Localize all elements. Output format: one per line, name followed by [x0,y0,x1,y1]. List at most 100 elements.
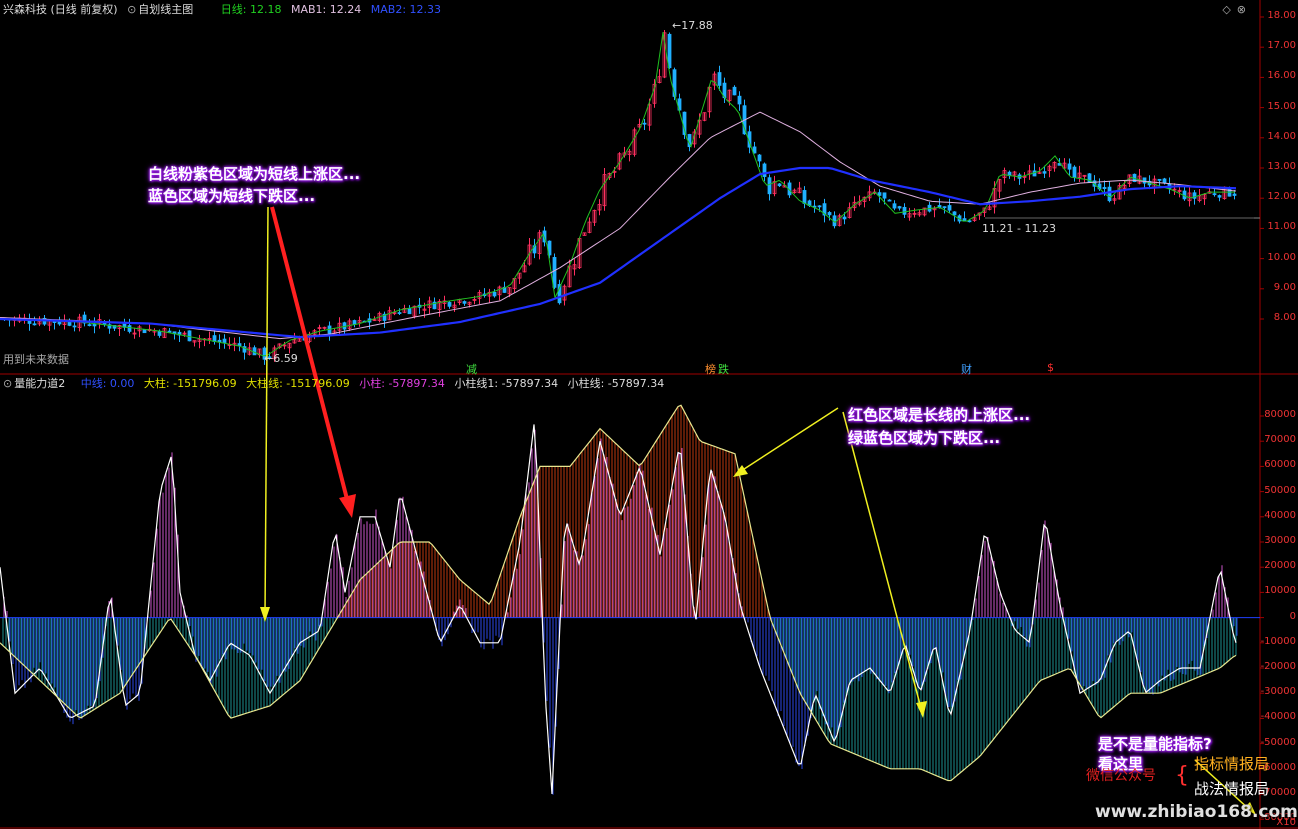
candle-body [407,308,412,315]
value-big-line: 大柱线: -151796.09 [246,377,350,390]
value-big-bar: 大柱: -151796.09 [143,377,237,390]
candle-body [447,302,452,307]
candle-body [67,321,72,326]
candle-body [1232,193,1237,196]
price-tick: 17.00 [1267,40,1296,52]
wechat-label: 微信公众号 [1086,768,1156,784]
price-tick: 8.00 [1273,312,1296,323]
candle-body [352,320,357,325]
close-icon[interactable]: ⊗ [1237,3,1246,16]
value-mid: 中线: 0.00 [80,377,135,390]
event-marker-finance[interactable]: 财 [961,361,972,377]
candle-body [492,291,497,297]
candle-body [1157,178,1162,181]
volume-tick: 40000 [1264,509,1296,521]
volume-tick: -10000 [1260,635,1296,647]
indicator-selector[interactable]: ⊙ 量能力道2 [3,377,71,390]
future-data-note: 用到未来数据 [3,353,69,366]
candle-body [72,325,77,328]
candle-body [157,330,162,336]
candle-body [752,146,757,154]
formula-name: 自划线主图 [138,3,194,16]
event-marker-dollar[interactable]: $ [1047,361,1054,374]
value-small-bar: 小柱: -57897.34 [359,377,445,390]
candle-body [187,330,192,342]
candle-body [947,205,952,211]
price-tick: 10.00 [1267,251,1296,263]
candle-body [142,329,147,334]
volume-tick: 30000 [1264,535,1296,546]
candle-body [32,323,37,326]
candle-body [642,122,647,125]
candle-body [732,86,737,96]
value-small-line1: 小柱线1: -57897.34 [454,377,559,390]
brand-label-1: 指标情报局 [1194,755,1270,773]
chevron-down-icon: ⊙ [127,3,137,16]
price-tick: 18.00 [1267,10,1296,21]
price-tick: 9.00 [1273,281,1296,293]
candle-body [882,192,887,199]
candle-body [762,163,767,177]
candle-body [87,324,92,326]
candle-body [1142,177,1147,184]
event-marker-reduce[interactable]: 减 [466,361,477,377]
event-marker-drop[interactable]: 跌 [718,361,729,377]
volume-tick: 20000 [1264,560,1296,572]
volume-tick: 0 [1289,610,1296,622]
candle-body [877,192,882,196]
candle-body [1107,186,1112,202]
volume-tick: 80000 [1264,409,1296,420]
annotation-bottom-line2: 绿蓝色区域为下跌区... [848,429,1001,447]
candle-body [897,206,902,209]
annotation-top-line1: 白线粉紫色区域为短线上涨区... [148,165,361,183]
candle-body [667,33,672,69]
range-price-label: 11.21 - 11.23 [982,222,1056,235]
annotation-bottom-line1: 红色区域是长线的上涨区... [848,406,1031,424]
volume-tick: 60000 [1264,459,1296,471]
candle-body [1102,187,1107,189]
candle-body [1072,166,1077,178]
arrowhead-red [339,494,356,518]
diamond-icon[interactable]: ◇ [1222,3,1230,16]
volume-tick: 10000 [1264,585,1296,597]
candle-body [717,72,722,86]
volume-tick: 70000 [1264,434,1296,446]
chart-canvas[interactable] [0,0,1298,829]
volume-tick: -20000 [1260,661,1296,672]
volume-tick: -30000 [1260,686,1296,698]
candle-body [902,206,907,215]
candle-body [962,218,967,222]
volume-tick: 50000 [1264,484,1296,496]
price-tick: 11.00 [1267,221,1296,233]
annotation-arrow [264,206,269,616]
candle-body [397,312,402,314]
candle-body [552,257,557,288]
price-tick: 14.00 [1267,130,1296,142]
indicator-name: 量能力道2 [14,377,66,390]
event-marker-rank[interactable]: 榜 [705,361,716,377]
annotation-arrow [737,407,839,474]
candle-body [167,330,172,333]
candle-body [967,220,972,223]
candle-body [1217,195,1222,198]
site-watermark: www.zhibiao168.com [1095,802,1298,822]
price-tick: 13.00 [1267,161,1296,172]
candle-body [462,301,467,304]
candle-body [252,347,257,356]
main-chart-header: 兴森科技 (日线 前复权) ⊙ 自划线主图 日线: 12.18 MAB1: 12.… [3,1,447,19]
candle-body [887,199,892,202]
indicator-day: 日线: 12.18 [220,3,282,16]
value-small-line: 小柱线: -57897.34 [567,377,665,390]
candle-body [1042,171,1047,174]
candle-body [1212,193,1217,196]
candle-body [1067,163,1072,170]
candle-body [802,190,807,204]
formula-selector[interactable]: ⊙ 自划线主图 [127,3,199,16]
volume-tick: -40000 [1260,711,1296,723]
indicator-mab1: MAB1: 12.24 [291,3,362,16]
candle-body [767,177,772,195]
price-tick: 16.00 [1267,70,1296,82]
candle-body [27,320,32,324]
candle-body [222,338,227,343]
volume-tick: -50000 [1260,736,1296,748]
